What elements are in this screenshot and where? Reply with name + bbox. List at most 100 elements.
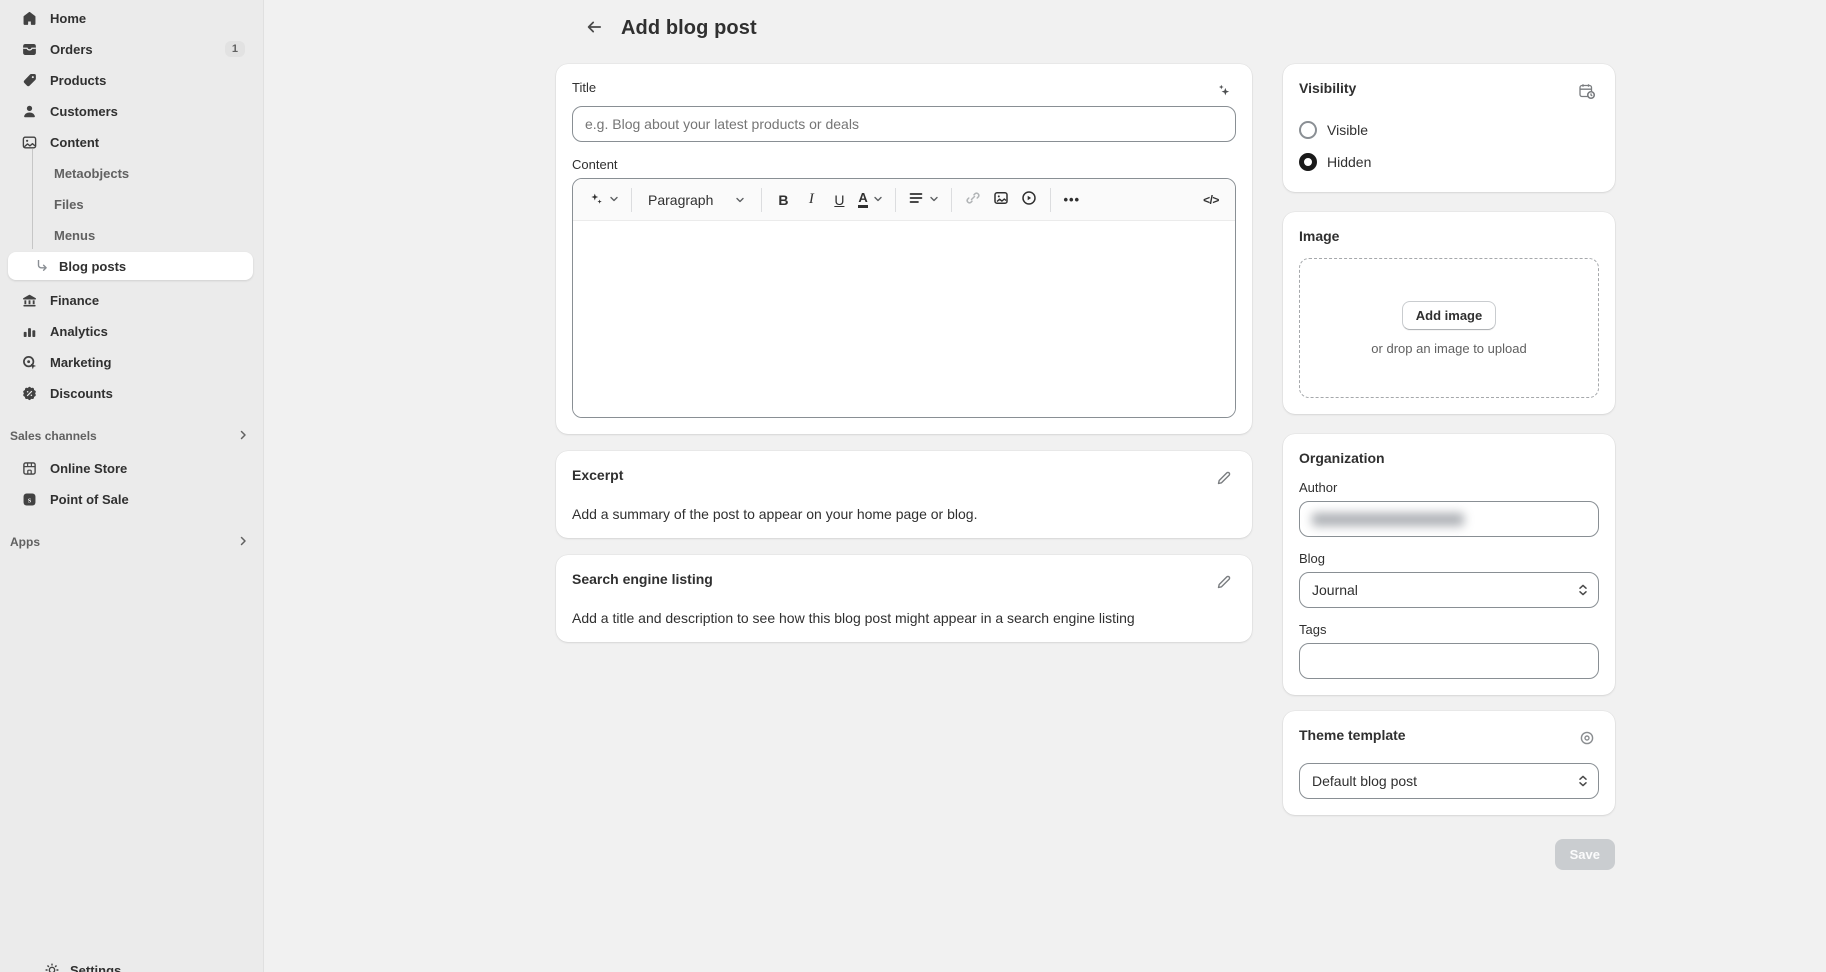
content-field-label: Content: [572, 157, 1236, 172]
align-text-icon: [908, 190, 924, 209]
sidebar-item-finance[interactable]: Finance: [8, 286, 253, 314]
orders-count-badge: 1: [225, 41, 245, 57]
section-label: Apps: [10, 535, 40, 549]
orders-icon: [20, 40, 39, 58]
insert-image-button[interactable]: [987, 186, 1015, 214]
visibility-option-visible[interactable]: Visible: [1299, 116, 1599, 144]
analytics-icon: [20, 322, 39, 340]
magic-sparkle-button[interactable]: [1212, 80, 1236, 104]
radio-unselected-icon: [1299, 121, 1317, 139]
title-input[interactable]: e.g. Blog about your latest products or …: [572, 106, 1236, 142]
alignment-dropdown[interactable]: [903, 186, 944, 214]
theme-template-select[interactable]: Default blog post: [1299, 763, 1599, 799]
sidebar-item-files[interactable]: Files: [8, 190, 253, 218]
main-content: Add blog post Title e.g. Blog about your…: [264, 0, 1826, 870]
sparkle-icon: [588, 190, 604, 209]
sparkle-icon: [1215, 82, 1233, 103]
sidebar-item-menus[interactable]: Menus: [8, 221, 253, 249]
organization-title: Organization: [1299, 450, 1599, 466]
save-button[interactable]: Save: [1555, 839, 1615, 870]
sidebar-item-label: Home: [50, 11, 245, 26]
elbow-arrow-icon: [32, 257, 51, 275]
theme-template-card: Theme template Default blog post: [1283, 711, 1615, 815]
select-chevrons-icon: [1577, 583, 1589, 597]
insert-video-button[interactable]: [1015, 186, 1043, 214]
home-icon: [20, 9, 39, 27]
sidebar-item-settings[interactable]: Settings: [42, 961, 121, 972]
customers-icon: [20, 102, 39, 120]
point-of-sale-icon: s: [20, 490, 39, 508]
sidebar-item-marketing[interactable]: Marketing: [8, 348, 253, 376]
bold-button[interactable]: B: [769, 186, 797, 214]
link-icon: [965, 190, 981, 209]
sidebar-item-metaobjects[interactable]: Metaobjects: [8, 159, 253, 187]
show-html-button[interactable]: </>: [1197, 186, 1225, 214]
sidebar-item-point-of-sale[interactable]: s Point of Sale: [8, 485, 253, 513]
back-arrow-icon: [584, 17, 604, 40]
page-title: Add blog post: [621, 17, 757, 40]
more-formatting-button[interactable]: •••: [1058, 186, 1086, 214]
editor-toolbar: Paragraph B I U A: [573, 179, 1235, 221]
sidebar-section-apps[interactable]: Apps: [10, 532, 249, 552]
sidebar-item-discounts[interactable]: Discounts: [8, 379, 253, 407]
play-circle-icon: [1021, 190, 1037, 209]
visibility-option-hidden[interactable]: Hidden: [1299, 148, 1599, 176]
paragraph-style-dropdown[interactable]: Paragraph: [639, 186, 754, 214]
sidebar-item-blog-posts[interactable]: Blog posts: [8, 252, 253, 280]
sidebar-item-products[interactable]: Products: [8, 66, 253, 94]
ai-sparkle-button[interactable]: [583, 186, 624, 214]
title-field-label: Title: [572, 80, 596, 95]
section-label: Sales channels: [10, 429, 97, 443]
sidebar-item-analytics[interactable]: Analytics: [8, 317, 253, 345]
sidebar-item-online-store[interactable]: Online Store: [8, 454, 253, 482]
theme-template-title: Theme template: [1299, 727, 1406, 743]
excerpt-help-text: Add a summary of the post to appear on y…: [572, 506, 1236, 522]
organization-card: Organization Author Blog Journal: [1283, 434, 1615, 695]
chevron-right-icon: [237, 429, 249, 444]
image-icon: [993, 190, 1009, 209]
seo-card: Search engine listing Add a title and de…: [556, 555, 1252, 642]
excerpt-title: Excerpt: [572, 467, 623, 483]
blog-select[interactable]: Journal: [1299, 572, 1599, 608]
text-color-dropdown[interactable]: A: [853, 186, 887, 214]
underline-button[interactable]: U: [825, 186, 853, 214]
text-color-icon: A: [858, 191, 867, 208]
content-icon: [20, 133, 39, 151]
calendar-clock-icon: [1578, 82, 1596, 103]
sidebar-item-label: Blog posts: [59, 259, 245, 274]
preview-template-button[interactable]: [1575, 727, 1599, 751]
chevron-right-icon: [237, 535, 249, 550]
schedule-visibility-button[interactable]: [1575, 80, 1599, 104]
edit-excerpt-button[interactable]: [1212, 467, 1236, 491]
image-dropzone[interactable]: Add image or drop an image to upload: [1299, 258, 1599, 398]
online-store-icon: [20, 459, 39, 477]
sidebar-item-label: Customers: [50, 104, 245, 119]
save-row: Save: [1283, 839, 1615, 870]
sidebar-item-customers[interactable]: Customers: [8, 97, 253, 125]
insert-link-button[interactable]: [959, 186, 987, 214]
radio-label: Visible: [1327, 122, 1368, 138]
sidebar-item-content[interactable]: Content: [8, 128, 253, 156]
sidebar-item-label: Settings: [70, 963, 121, 972]
sidebar-item-home[interactable]: Home: [8, 4, 253, 32]
author-input[interactable]: [1299, 501, 1599, 537]
edit-seo-button[interactable]: [1212, 571, 1236, 595]
discounts-icon: [20, 384, 39, 402]
toolbar-separator: [1050, 188, 1051, 212]
seo-title: Search engine listing: [572, 571, 713, 587]
sidebar-item-orders[interactable]: Orders 1: [8, 35, 253, 63]
add-image-button[interactable]: Add image: [1402, 301, 1496, 330]
theme-template-value: Default blog post: [1312, 773, 1417, 789]
toolbar-separator: [761, 188, 762, 212]
toolbar-separator: [631, 188, 632, 212]
chevron-down-icon: [929, 192, 939, 207]
sidebar-section-sales-channels[interactable]: Sales channels: [10, 426, 249, 446]
toolbar-separator: [951, 188, 952, 212]
italic-button[interactable]: I: [797, 186, 825, 214]
tags-field-label: Tags: [1299, 622, 1599, 637]
back-button[interactable]: [580, 14, 608, 42]
image-drop-hint: or drop an image to upload: [1371, 341, 1526, 356]
content-editor-area[interactable]: [573, 221, 1235, 417]
view-icon: [1579, 730, 1595, 749]
tags-input[interactable]: [1299, 643, 1599, 679]
